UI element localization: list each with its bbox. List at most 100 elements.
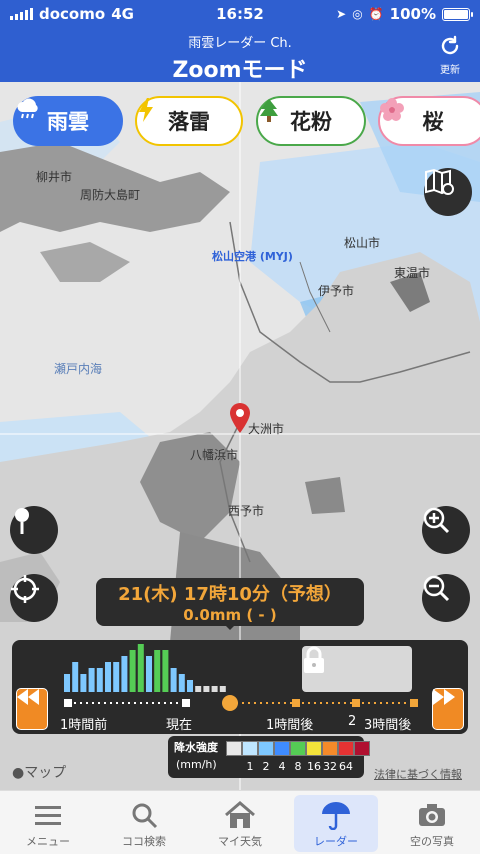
tab-menu[interactable]: メニュー xyxy=(0,791,96,854)
place-label: 大洲市 xyxy=(248,422,285,436)
refresh-label: 更新 xyxy=(440,65,460,76)
timeline-label: 3時間後 xyxy=(364,718,412,733)
rain-bar xyxy=(146,656,152,692)
signal-icon xyxy=(10,8,33,20)
search-icon xyxy=(132,803,158,829)
page-title: Zoomモード xyxy=(172,58,308,83)
tab-label: マイ天気 xyxy=(218,835,262,848)
crosshair-icon xyxy=(11,575,39,603)
rain-bar xyxy=(162,650,169,692)
rain-bar xyxy=(154,650,161,692)
rain-bar xyxy=(178,674,185,692)
place-label: 周防大島町 xyxy=(80,188,141,202)
rain-bar xyxy=(113,662,120,692)
home-icon xyxy=(225,801,255,828)
rain-bar xyxy=(64,674,70,692)
current-location-button[interactable] xyxy=(10,574,58,622)
legend-swatch xyxy=(306,741,322,756)
radar-map[interactable]: 柳井市 周防大島町 松山空港 (MYJ) 松山市 東温市 伊予市 瀬戸内海 大洲… xyxy=(0,82,480,790)
legend-swatch xyxy=(322,741,338,756)
forecast-amount: 0.0mm ( - ) xyxy=(183,606,277,624)
zoom-in-button[interactable] xyxy=(422,506,470,554)
map-pin-icon xyxy=(230,403,250,433)
legend-value: 2 xyxy=(262,760,270,773)
tab-sky-photos[interactable]: 空の写真 xyxy=(384,791,480,854)
rain-bar xyxy=(96,668,103,692)
locked-forecast[interactable] xyxy=(302,646,412,692)
orientation-lock-icon: ◎ xyxy=(352,7,363,21)
rain-bar xyxy=(72,662,79,692)
timeline-label: 1時間前 xyxy=(60,718,108,733)
legend-unit: (mm/h) xyxy=(176,758,217,771)
map-settings-icon xyxy=(425,168,454,195)
timeline-label: 現在 xyxy=(166,718,193,733)
rain-bar xyxy=(129,650,136,692)
legend-value: 4 xyxy=(278,760,286,773)
layer-rain-button[interactable]: 雨雲 xyxy=(13,96,123,146)
zoom-out-button[interactable] xyxy=(422,574,470,622)
place-label: 松山市 xyxy=(344,236,381,250)
legend-swatch xyxy=(290,741,306,756)
pushpin-icon xyxy=(15,508,29,534)
rain-bar xyxy=(105,662,111,692)
rain-bar xyxy=(187,680,193,692)
legend-swatch xyxy=(338,741,354,756)
legal-link[interactable]: 法律に基づく情報 xyxy=(374,766,462,782)
refresh-button[interactable]: 更新 xyxy=(432,34,468,76)
network-label: 4G xyxy=(111,5,134,23)
legend-value: 1 xyxy=(246,760,254,773)
alarm-icon: ⏰ xyxy=(368,7,384,21)
tab-my-weather[interactable]: マイ天気 xyxy=(192,791,288,854)
rewind-icon xyxy=(17,689,39,705)
tab-radar[interactable]: レーダー xyxy=(288,791,384,854)
pin-drop-button[interactable] xyxy=(10,506,58,554)
layer-label: 落雷 xyxy=(168,110,210,134)
tab-search[interactable]: ココ検索 xyxy=(96,791,192,854)
layer-label: 桜 xyxy=(422,110,444,134)
sakura-icon xyxy=(380,98,404,121)
refresh-icon xyxy=(441,35,459,55)
legend-value: 16 xyxy=(307,760,321,773)
legend-swatch xyxy=(242,741,258,756)
legend-value: 32 xyxy=(323,760,337,773)
rain-bars-chart xyxy=(64,644,226,692)
layer-label: 花粉 xyxy=(290,110,332,134)
rain-cloud-icon xyxy=(17,98,38,119)
place-label: 西予市 xyxy=(228,504,265,518)
tab-label: メニュー xyxy=(26,835,70,848)
legend-swatch xyxy=(226,741,242,756)
step-forward-button[interactable] xyxy=(432,688,464,730)
rain-bar xyxy=(170,668,177,692)
battery-percent: 100% xyxy=(389,5,436,23)
layer-sakura-button[interactable]: 桜 xyxy=(378,96,480,146)
lock-icon xyxy=(304,646,324,673)
layer-label: 雨雲 xyxy=(47,110,89,134)
precipitation-legend: 降水強度 (mm/h) 1 2 4 8 16 32 64 xyxy=(168,736,370,778)
tree-icon xyxy=(260,99,278,122)
tab-bar: メニュー ココ検索 マイ天気 レーダー 空の写真 xyxy=(0,790,480,854)
rain-bar xyxy=(80,674,87,692)
timeline-slider[interactable] xyxy=(54,692,426,714)
place-label: 柳井市 xyxy=(36,170,73,184)
legend-values: 1 2 4 8 16 32 64 xyxy=(226,760,354,773)
zoom-in-icon xyxy=(423,507,450,534)
airport-label: 松山空港 (MYJ) xyxy=(212,250,293,263)
forecast-tooltip: 21(木) 17時10分（予想） 0.0mm ( - ) xyxy=(96,578,364,630)
legend-swatch xyxy=(258,741,274,756)
status-bar: docomo 4G 16:52 ➤ ◎ ⏰ 100% xyxy=(0,0,480,28)
legend-swatch xyxy=(354,741,370,756)
fast-forward-icon xyxy=(433,689,455,705)
menu-icon xyxy=(35,806,61,825)
layer-pollen-button[interactable]: 花粉 xyxy=(256,96,366,146)
layer-thunder-button[interactable]: 落雷 xyxy=(135,96,243,146)
place-label: 八幡浜市 xyxy=(190,448,239,462)
lightning-icon xyxy=(139,98,153,122)
map-settings-button[interactable] xyxy=(424,168,472,216)
legend-value: 8 xyxy=(294,760,302,773)
umbrella-icon xyxy=(322,802,350,830)
place-label: 東温市 xyxy=(394,266,431,280)
step-back-button[interactable] xyxy=(16,688,48,730)
sea-label: 瀬戸内海 xyxy=(54,362,103,376)
timeline-label: 1時間後 xyxy=(266,718,314,733)
legend-swatches xyxy=(226,741,370,756)
